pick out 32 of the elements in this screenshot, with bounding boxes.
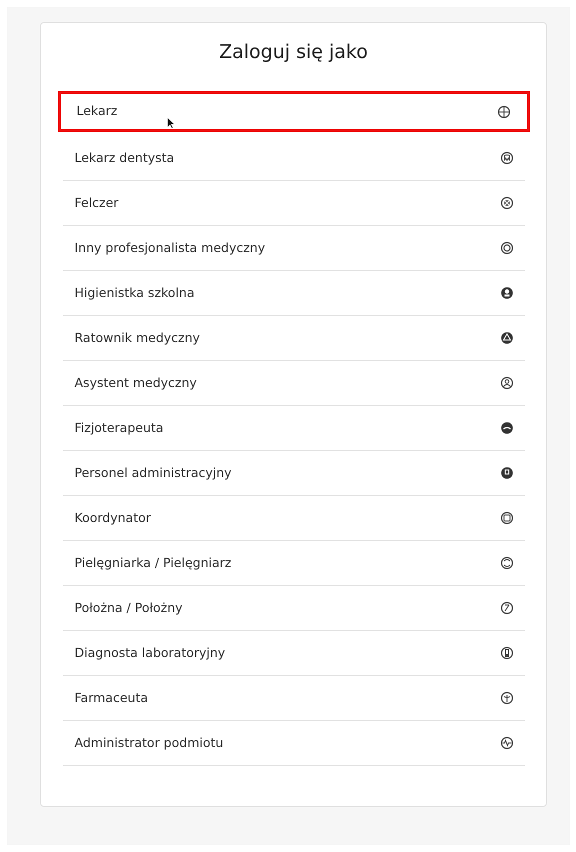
role-emblem-icon bbox=[500, 556, 514, 570]
card-title: Zaloguj się jako bbox=[219, 40, 368, 65]
role-emblem-icon bbox=[500, 376, 514, 390]
role-emblem-icon bbox=[500, 151, 514, 165]
role-option[interactable]: Koordynator bbox=[62, 496, 524, 541]
cursor-icon bbox=[166, 117, 174, 129]
role-option[interactable]: Ratownik medyczny bbox=[62, 316, 524, 361]
role-option[interactable]: Inny profesjonalista medyczny bbox=[62, 226, 524, 271]
role-emblem-icon bbox=[500, 511, 514, 525]
role-option[interactable]: Farmaceuta bbox=[62, 676, 524, 721]
role-option[interactable]: Położna / Położny bbox=[62, 586, 524, 631]
role-option[interactable]: Personel administracyjny bbox=[62, 451, 524, 496]
role-emblem-icon bbox=[500, 331, 514, 345]
role-option[interactable]: Diagnosta laboratoryjny bbox=[62, 631, 524, 676]
role-emblem-icon bbox=[500, 736, 514, 750]
role-emblem-icon bbox=[496, 104, 510, 118]
role-emblem-icon bbox=[500, 286, 514, 300]
role-option[interactable]: Pielęgniarka / Pielęgniarz bbox=[62, 541, 524, 586]
role-option[interactable]: Administrator podmiotu bbox=[62, 721, 524, 766]
role-option[interactable]: Felczer bbox=[62, 181, 524, 226]
role-option[interactable]: Asystent medyczny bbox=[62, 361, 524, 406]
role-emblem-icon bbox=[500, 466, 514, 480]
role-emblem-icon bbox=[500, 241, 514, 255]
role-emblem-icon bbox=[500, 646, 514, 660]
role-option[interactable]: Lekarz bbox=[58, 91, 530, 132]
role-emblem-icon bbox=[500, 601, 514, 615]
role-option[interactable]: Fizjoterapeuta bbox=[62, 406, 524, 451]
role-option[interactable]: Lekarz dentysta bbox=[62, 136, 524, 181]
role-emblem-icon bbox=[500, 421, 514, 435]
role-emblem-icon bbox=[500, 196, 514, 210]
role-emblem-icon bbox=[500, 691, 514, 705]
role-option[interactable]: Higienistka szkolna bbox=[62, 271, 524, 316]
